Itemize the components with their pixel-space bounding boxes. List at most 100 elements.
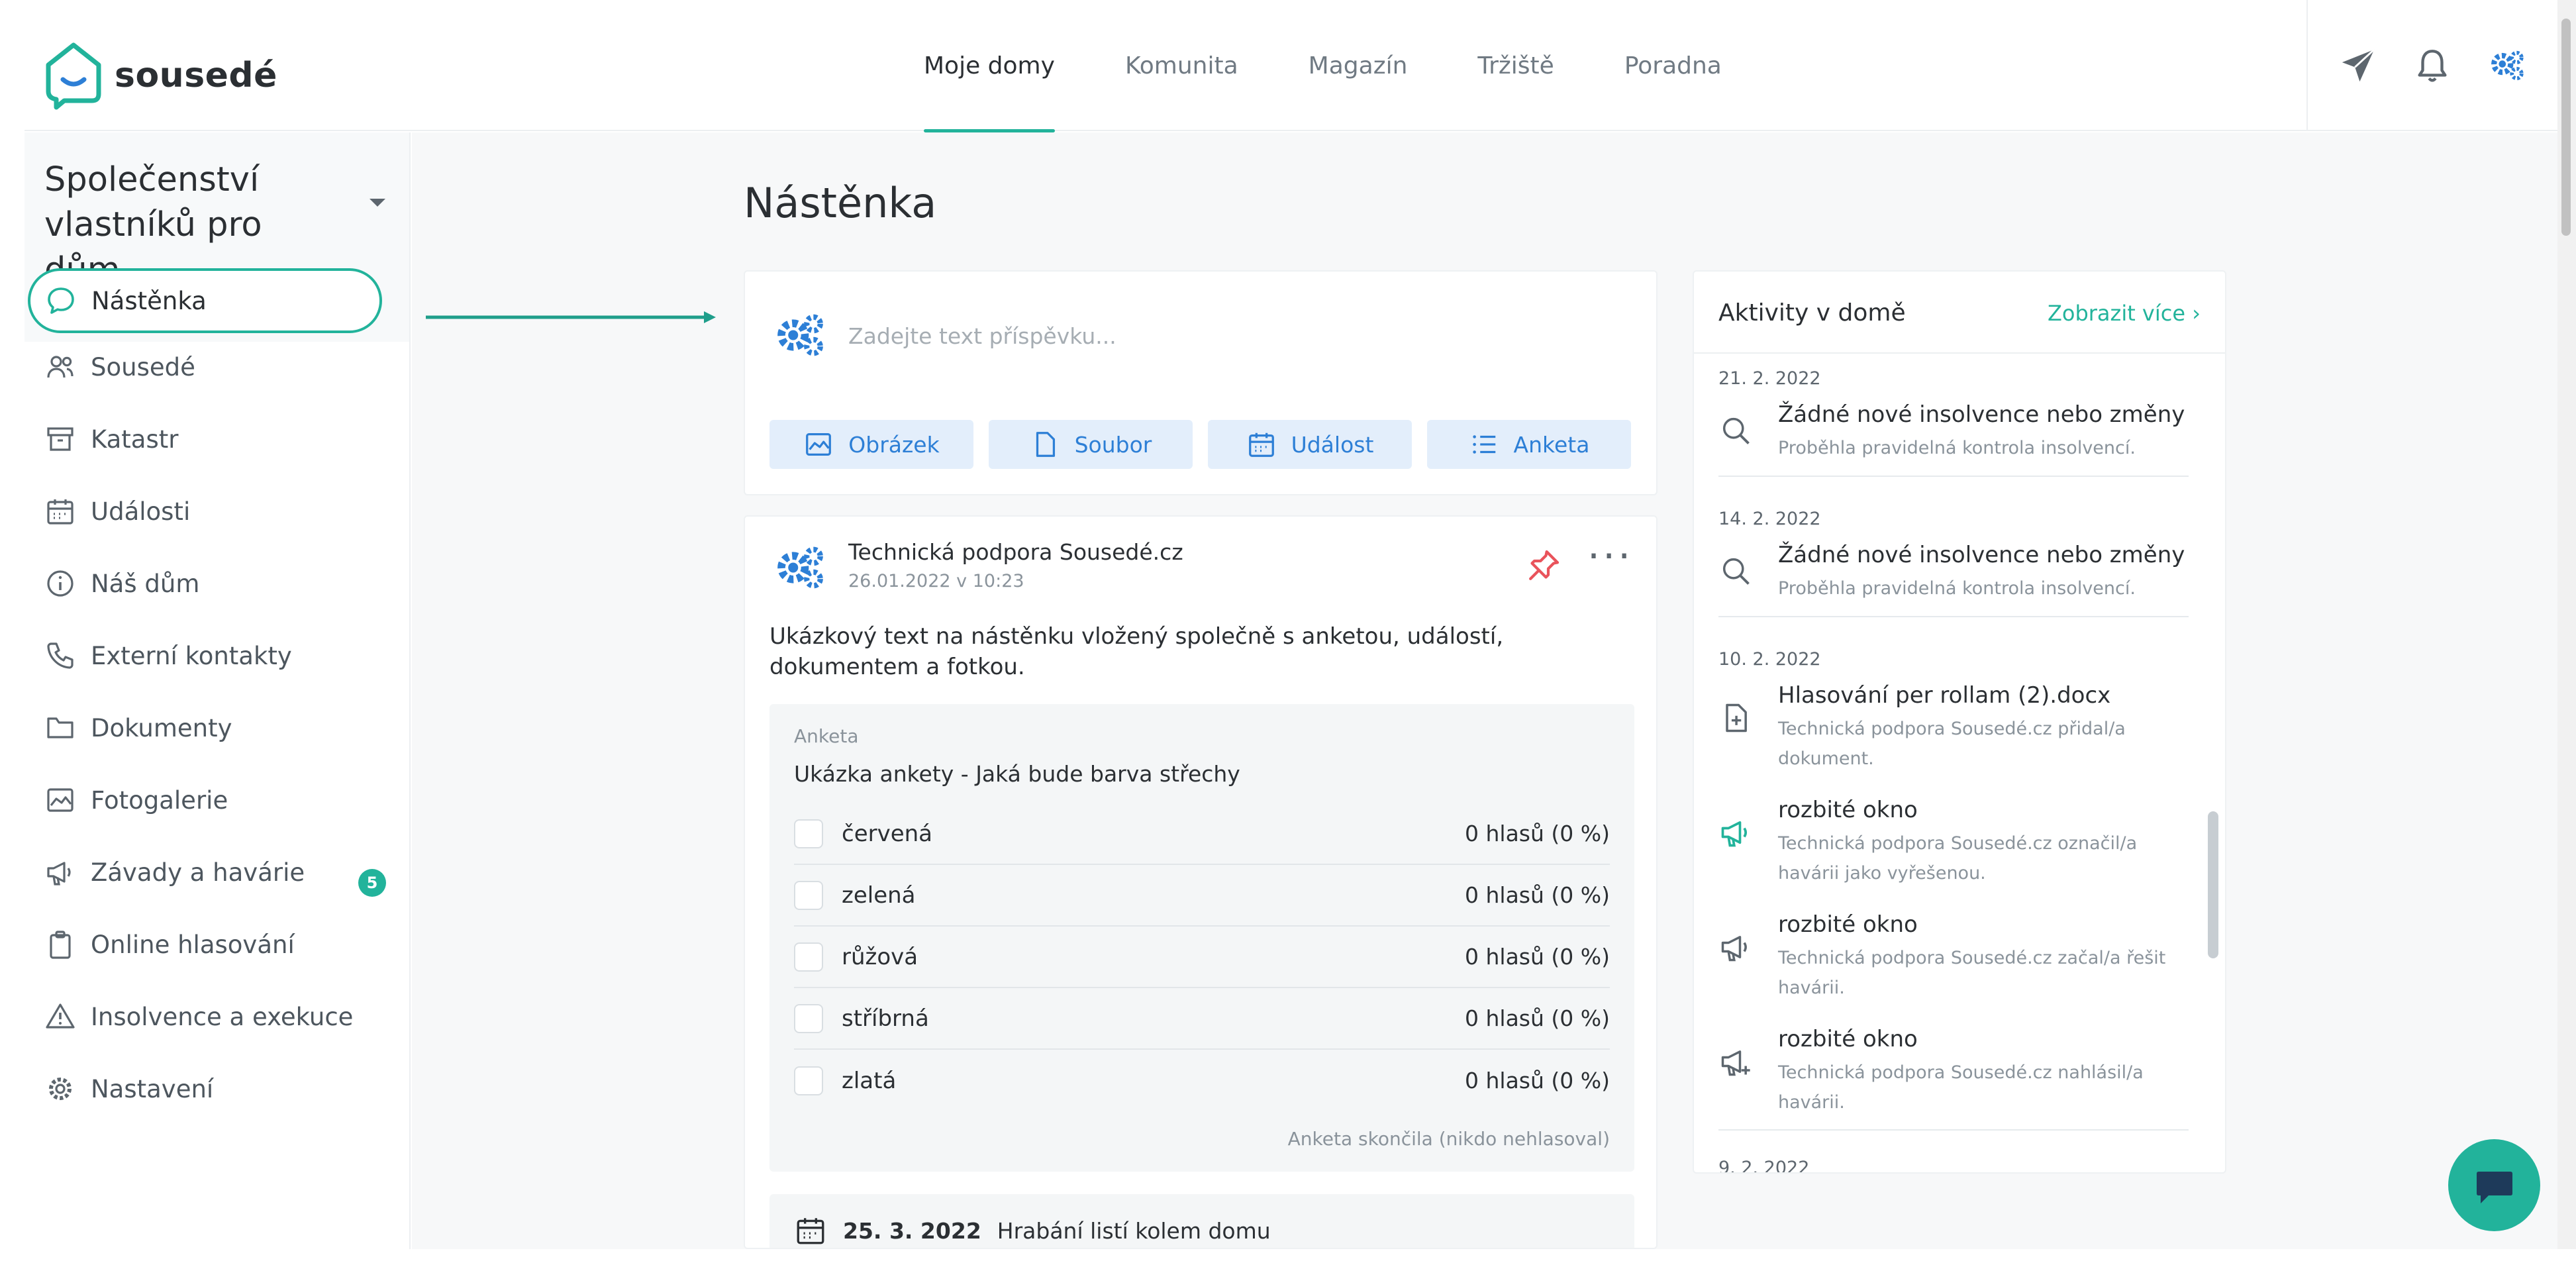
activity-date: 10. 2. 2022 [1718,649,1821,670]
divider [1718,1129,2189,1131]
sidebar-item-label: Externí kontakty [91,641,292,670]
poll-option[interactable]: červená 0 hlasů (0 %) [794,803,1610,865]
show-more-link[interactable]: Zobrazit více › [2048,301,2201,326]
nav-trziste[interactable]: Tržiště [1442,0,1589,131]
logo[interactable]: sousedé [44,41,277,110]
sidebar-item-insolvence[interactable]: Insolvence a exekuce [44,1001,353,1033]
list-icon [1472,435,1495,454]
sidebar-item-label: Katastr [91,425,179,454]
sidebar-item-label: Závady a havárie [91,858,305,887]
megaphone-icon [1721,821,1748,847]
gears-icon[interactable] [2488,46,2526,85]
folder-icon [47,717,74,738]
poll-option-votes: 0 hlasů (0 %) [1465,1005,1610,1031]
chat-button[interactable] [2448,1139,2540,1231]
poll-option[interactable]: zelená 0 hlasů (0 %) [794,865,1610,927]
more-options-icon[interactable]: ··· [1587,536,1633,576]
wall-post: Technická podpora Sousedé.cz 26.01.2022 … [744,515,1658,1249]
poll-checkbox[interactable] [794,942,823,972]
sidebar-item-nas-dum[interactable]: Náš dům [44,568,199,599]
nav-moje-domy[interactable]: Moje domy [897,0,1090,132]
poll-option-votes: 0 hlasů (0 %) [1465,821,1610,846]
gallery-icon [47,788,74,812]
poll-checkbox[interactable] [794,1066,823,1095]
page-scrollbar[interactable] [2557,0,2576,1249]
archive-icon [47,427,74,451]
post-event[interactable]: 25. 3. 2022 Hrabání listí kolem domu [769,1194,1634,1248]
activity-scrollbar[interactable] [2208,811,2218,958]
activity-item-desc: Proběhla pravidelná kontrola insolvencí. [1778,578,2136,599]
sidebar-item-nastaveni[interactable]: Nastavení [44,1073,213,1105]
sidebar-item-label: Sousedé [91,352,195,381]
activity-item-title: Žádné nové insolvence nebo změny [1778,401,2185,428]
event-button[interactable]: Událost [1208,420,1412,469]
poll-checkbox[interactable] [794,880,823,910]
poll-option[interactable]: růžová 0 hlasů (0 %) [794,927,1610,988]
activity-item-title: Hlasování per rollam (2).docx [1778,682,2111,709]
poll-status: Anketa skončila (nikdo nehlasoval) [1287,1128,1610,1150]
sidebar-item-online-hlasovani[interactable]: Online hlasování [44,929,295,960]
page-scrollbar-thumb[interactable] [2561,19,2571,236]
sidebar-item-udalosti[interactable]: Události [44,495,190,527]
activity-item-title: Žádné nové insolvence nebo změny [1778,542,2185,568]
nav-label: Poradna [1624,52,1722,79]
megaphone-icon [47,862,71,886]
activity-item[interactable]: Hlasování per rollam (2).docx Technická … [1718,682,2189,782]
file-icon [1036,432,1055,457]
image-button-label: Obrázek [848,431,940,458]
sidebar-item-katastr[interactable]: Katastr [44,423,178,455]
activity-item[interactable]: rozbité okno Technická podpora Sousedé.c… [1718,911,2189,1011]
calendar-icon [797,1218,824,1244]
sidebar-item-fotogalerie[interactable]: Fotogalerie [44,784,228,816]
gears-avatar-icon [777,546,823,589]
poll-option-votes: 0 hlasů (0 %) [1465,1068,1610,1093]
warning-icon [46,1003,75,1029]
sidebar-item-sousede[interactable]: Sousedé [44,351,195,383]
activity-item[interactable]: rozbité okno Technická podpora Sousedé.c… [1718,1026,2189,1125]
activity-item-desc: Technická podpora Sousedé.cz nahlásil/a … [1778,1062,2144,1113]
activity-item-desc: Technická podpora Sousedé.cz přidal/a do… [1778,719,2126,769]
clipboard-icon [50,931,71,959]
poll-option[interactable]: zlatá 0 hlasů (0 %) [794,1050,1610,1111]
paper-plane-icon[interactable] [2339,46,2377,85]
activity-item-desc: Proběhla pravidelná kontrola insolvencí. [1778,438,2136,458]
activity-item[interactable]: rozbité okno Technická podpora Sousedé.c… [1718,797,2189,896]
activity-item-title: rozbité okno [1778,911,1918,938]
activity-header: Aktivity v domě Zobrazit více › [1694,272,2225,354]
nav-komunita[interactable]: Komunita [1090,0,1273,131]
activity-item[interactable]: Žádné nové insolvence nebo změny Proběhl… [1718,542,2189,615]
bell-icon[interactable] [2413,46,2452,85]
poll-option[interactable]: stříbrná 0 hlasů (0 %) [794,988,1610,1050]
sidebar: Společenství vlastníků pro dům... Nástěn… [25,132,411,1249]
poll-option-label: červená [842,820,933,847]
caret-down-icon [370,199,385,207]
activity-date: 14. 2. 2022 [1718,509,1821,529]
sidebar-item-dokumenty[interactable]: Dokumenty [44,712,232,744]
sidebar-item-zavady[interactable]: Závady a havárie [44,856,305,888]
post-author[interactable]: Technická podpora Sousedé.cz [848,539,1183,565]
poll-option-label: zlatá [842,1067,897,1094]
pin-icon[interactable] [1525,547,1562,584]
event-button-label: Událost [1291,431,1374,458]
poll-checkbox[interactable] [794,819,823,848]
divider [1718,476,2189,477]
post-date: 26.01.2022 v 10:23 [848,571,1024,591]
post-text: Ukázkový text na nástěnku vložený společ… [769,623,1504,680]
gears-avatar-icon [777,314,823,356]
house-logo-icon [46,42,101,110]
file-button[interactable]: Soubor [989,420,1193,469]
poll-checkbox[interactable] [794,1003,823,1033]
post-text-input[interactable]: Zadejte text příspěvku... [848,323,1116,349]
sidebar-item-nastenka[interactable]: Nástěnka [28,268,382,333]
top-navigation-bar: sousedé Moje domy Komunita Magazín Tržiš… [25,0,2557,132]
activity-item-title: rozbité okno [1778,797,1918,823]
nav-poradna[interactable]: Poradna [1589,0,1757,131]
show-more-label: Zobrazit více [2047,301,2186,326]
image-button[interactable]: Obrázek [769,420,973,469]
nav-magazin[interactable]: Magazín [1273,0,1443,131]
sidebar-item-externi-kontakty[interactable]: Externí kontakty [44,640,292,672]
gear-icon [49,1078,72,1100]
main-nav: Moje domy Komunita Magazín Tržiště Porad… [897,0,1757,132]
activity-item[interactable]: Žádné nové insolvence nebo změny Proběhl… [1718,401,2189,474]
poll-button[interactable]: Anketa [1427,420,1631,469]
